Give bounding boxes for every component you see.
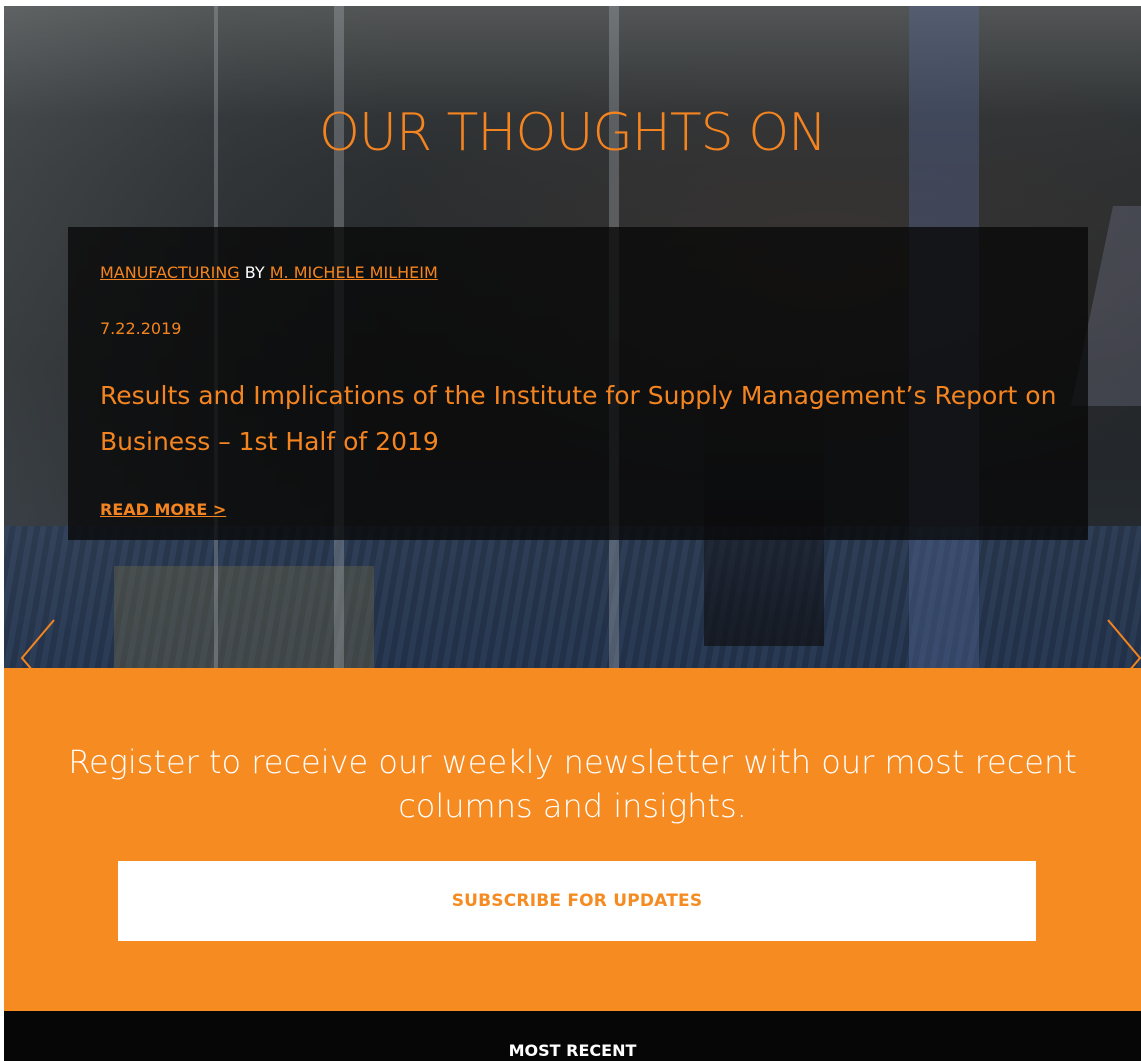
subscribe-button[interactable]: SUBSCRIBE FOR UPDATES	[118, 861, 1036, 941]
chevron-left-icon	[18, 616, 58, 668]
most-recent-section: MOST RECENT	[4, 1011, 1141, 1061]
carousel-next-button[interactable]	[1104, 616, 1141, 668]
hero-section: OUR THOUGHTS ON MANUFACTURING BY M. MICH…	[4, 6, 1141, 668]
post-author-link[interactable]: M. MICHELE MILHEIM	[270, 263, 438, 282]
post-title[interactable]: Results and Implications of the Institut…	[100, 373, 1070, 465]
post-date: 7.22.2019	[100, 319, 182, 338]
post-meta: MANUFACTURING BY M. MICHELE MILHEIM	[100, 263, 438, 283]
read-more-link[interactable]: READ MORE >	[100, 500, 226, 520]
chevron-right-icon	[1104, 616, 1141, 668]
post-category-link[interactable]: MANUFACTURING	[100, 263, 240, 282]
most-recent-heading: MOST RECENT	[508, 1041, 637, 1060]
featured-post-card: MANUFACTURING BY M. MICHELE MILHEIM 7.22…	[68, 227, 1088, 540]
carousel-prev-button[interactable]	[18, 616, 58, 668]
post-by-label: BY	[244, 263, 265, 282]
newsletter-section: Register to receive our weekly newslette…	[4, 668, 1141, 1011]
page-title: OUR THOUGHTS ON	[318, 103, 827, 163]
newsletter-text: Register to receive our weekly newslette…	[68, 743, 1077, 825]
